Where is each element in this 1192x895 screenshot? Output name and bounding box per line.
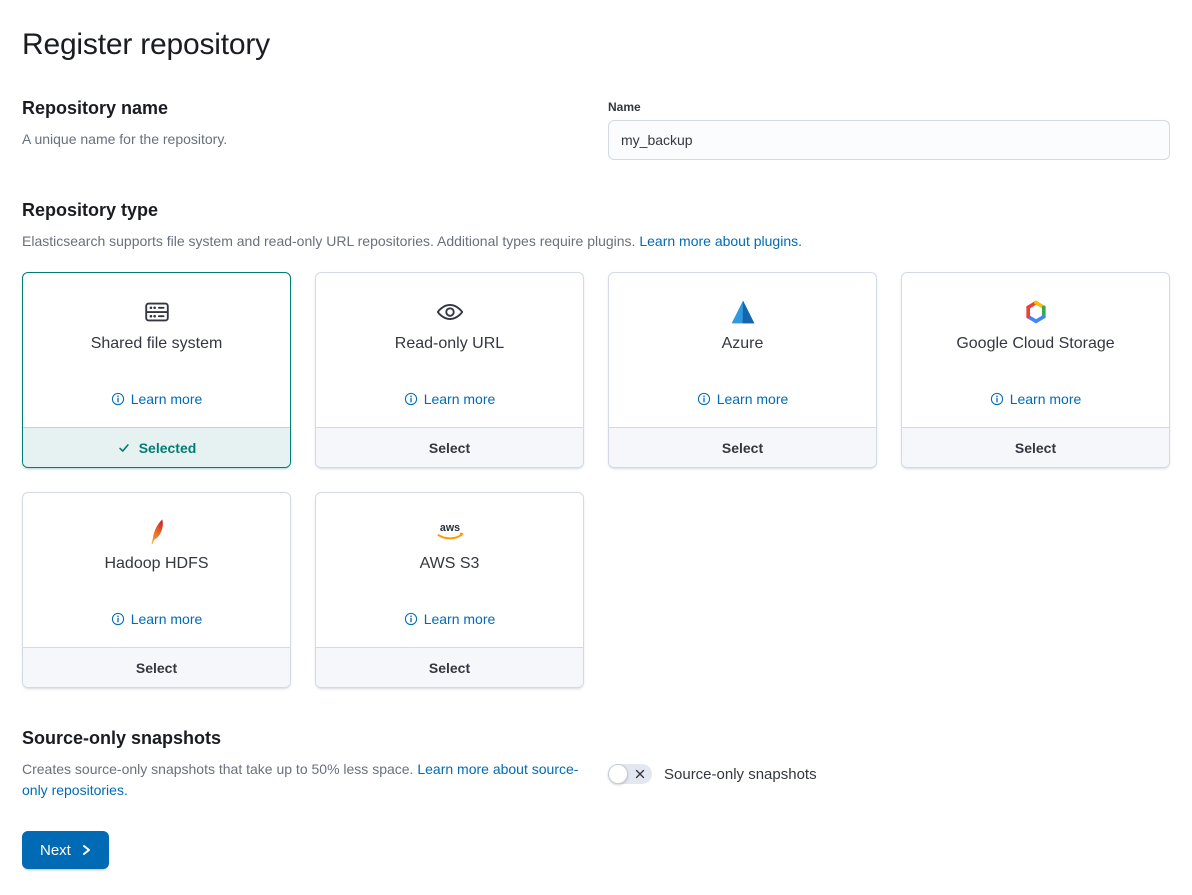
card-selected-footer-button[interactable]: Selected: [23, 427, 290, 467]
source-only-description-column: Source-only snapshots Creates source-onl…: [22, 728, 584, 801]
info-icon: [111, 612, 125, 626]
card-action-label: Select: [429, 440, 470, 456]
card-body: aws AWS S3 Learn more: [316, 493, 583, 647]
source-only-section: Source-only snapshots Creates source-onl…: [22, 728, 1170, 801]
repo-type-card-title: Azure: [722, 335, 764, 353]
learn-more-label: Learn more: [424, 611, 496, 627]
aws-logo-icon: aws: [434, 515, 466, 549]
check-icon: [117, 441, 131, 455]
info-icon: [111, 392, 125, 406]
repo-type-card-title: Hadoop HDFS: [104, 555, 208, 573]
next-button-label: Next: [40, 842, 71, 859]
learn-more-label: Learn more: [131, 391, 203, 407]
repo-type-card-hadoop-hdfs[interactable]: Hadoop HDFS Learn more Select: [22, 492, 291, 688]
card-action-label: Select: [1015, 440, 1056, 456]
card-body: Azure Learn more: [609, 273, 876, 427]
card-select-button[interactable]: Select: [609, 427, 876, 467]
card-select-button[interactable]: Select: [316, 427, 583, 467]
repo-type-card-title: Shared file system: [91, 335, 223, 353]
storage-icon: [142, 295, 172, 329]
info-icon: [990, 392, 1004, 406]
learn-more-plugins-link[interactable]: Learn more about plugins.: [639, 233, 802, 249]
learn-more-link[interactable]: Learn more: [111, 611, 203, 627]
repository-name-field-column: Name: [608, 98, 1170, 160]
card-action-label: Select: [722, 440, 763, 456]
learn-more-link[interactable]: Learn more: [404, 611, 496, 627]
repo-type-card-azure[interactable]: Azure Learn more Select: [608, 272, 877, 468]
card-action-label: Selected: [139, 440, 197, 456]
repository-name-description: A unique name for the repository.: [22, 129, 584, 150]
card-action-label: Select: [429, 660, 470, 676]
repository-type-section: Repository type Elasticsearch supports f…: [22, 200, 1170, 688]
repository-type-heading: Repository type: [22, 200, 1170, 221]
source-only-switch-row: Source-only snapshots: [608, 764, 1170, 784]
learn-more-label: Learn more: [1010, 391, 1082, 407]
source-only-description-text: Creates source-only snapshots that take …: [22, 761, 413, 777]
card-body: Read-only URL Learn more: [316, 273, 583, 427]
learn-more-link[interactable]: Learn more: [697, 391, 789, 407]
hadoop-feather-logo-icon: [144, 515, 170, 549]
card-select-button[interactable]: Select: [316, 647, 583, 687]
switch-thumb: [608, 764, 628, 784]
learn-more-link[interactable]: Learn more: [990, 391, 1082, 407]
repository-name-heading: Repository name: [22, 98, 584, 119]
google-cloud-storage-logo-icon: [1023, 295, 1049, 329]
repo-type-card-title: Read-only URL: [395, 335, 504, 353]
register-repository-page: Register repository Repository name A un…: [0, 0, 1192, 893]
repo-type-card-title: AWS S3: [420, 555, 480, 573]
repo-type-card-title: Google Cloud Storage: [956, 335, 1114, 353]
repository-name-description-column: Repository name A unique name for the re…: [22, 98, 584, 160]
repo-type-card-read-only-url[interactable]: Read-only URL Learn more Select: [315, 272, 584, 468]
source-only-toggle-column: Source-only snapshots: [608, 728, 1170, 801]
info-icon: [404, 392, 418, 406]
svg-text:aws: aws: [439, 522, 459, 534]
page-title: Register repository: [22, 28, 1170, 62]
learn-more-link[interactable]: Learn more: [111, 391, 203, 407]
switch-off-x-icon: [635, 769, 645, 779]
card-body: Shared file system Learn more: [23, 273, 290, 427]
info-icon: [404, 612, 418, 626]
source-only-heading: Source-only snapshots: [22, 728, 584, 749]
card-select-button[interactable]: Select: [902, 427, 1169, 467]
source-only-description: Creates source-only snapshots that take …: [22, 759, 584, 801]
card-body: Google Cloud Storage Learn more: [902, 273, 1169, 427]
card-action-label: Select: [136, 660, 177, 676]
next-button[interactable]: Next: [22, 831, 109, 869]
repository-name-input[interactable]: [608, 120, 1170, 160]
source-only-toggle-label: Source-only snapshots: [664, 766, 817, 783]
learn-more-link[interactable]: Learn more: [404, 391, 496, 407]
learn-more-label: Learn more: [424, 391, 496, 407]
chevron-right-icon: [81, 844, 91, 856]
repository-type-description: Elasticsearch supports file system and r…: [22, 231, 1170, 252]
info-icon: [697, 392, 711, 406]
eye-icon: [435, 295, 465, 329]
card-select-button[interactable]: Select: [23, 647, 290, 687]
repo-type-card-aws-s3[interactable]: aws AWS S3 Learn more: [315, 492, 584, 688]
repository-type-card-grid: Shared file system Learn more Se: [22, 272, 1170, 688]
repository-type-description-text: Elasticsearch supports file system and r…: [22, 233, 635, 249]
learn-more-label: Learn more: [131, 611, 203, 627]
source-only-toggle[interactable]: [608, 764, 652, 784]
repo-type-card-shared-file-system[interactable]: Shared file system Learn more Se: [22, 272, 291, 468]
card-body: Hadoop HDFS Learn more: [23, 493, 290, 647]
repo-type-card-google-cloud-storage[interactable]: Google Cloud Storage Learn more Select: [901, 272, 1170, 468]
azure-logo-icon: [729, 295, 757, 329]
learn-more-label: Learn more: [717, 391, 789, 407]
name-field-label: Name: [608, 98, 1170, 114]
repository-name-section: Repository name A unique name for the re…: [22, 98, 1170, 160]
